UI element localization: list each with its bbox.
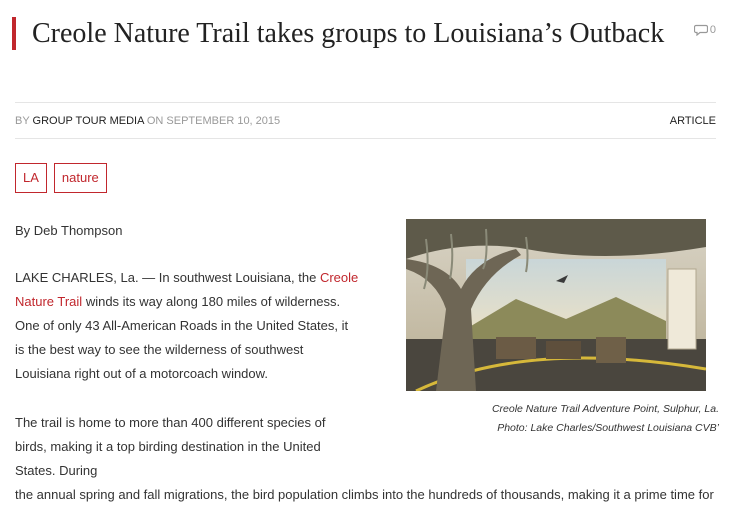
- paragraph-text-narrow: The trail is home to more than 400 diffe…: [15, 415, 326, 478]
- article-image: [406, 219, 706, 391]
- on-label: ON: [146, 115, 164, 127]
- tag-nature[interactable]: nature: [53, 163, 107, 193]
- article-title: Creole Nature Trail takes groups to Loui…: [32, 18, 665, 49]
- adventure-point-photo: [406, 219, 706, 391]
- author-link[interactable]: GROUP TOUR MEDIA: [33, 115, 144, 127]
- comments-count: 0: [709, 24, 716, 36]
- article-meta: BY GROUP TOUR MEDIA ON SEPTEMBER 10, 201…: [15, 102, 716, 139]
- tag-la[interactable]: LA: [15, 163, 47, 193]
- article-paragraph-2: The trail is home to more than 400 diffe…: [15, 411, 715, 508]
- tag-list: LA nature: [15, 163, 107, 193]
- paragraph-text: LAKE CHARLES, La. — In southwest Louisia…: [15, 270, 320, 285]
- by-label: BY: [15, 115, 30, 127]
- article-byline: By Deb Thompson: [15, 223, 123, 238]
- article-title-block: Creole Nature Trail takes groups to Loui…: [12, 17, 692, 50]
- comments-link[interactable]: 0: [693, 24, 716, 36]
- speech-bubble-icon: [693, 24, 708, 36]
- paragraph-text-wide: the annual spring and fall migrations, t…: [15, 487, 714, 502]
- article-paragraph-1: LAKE CHARLES, La. — In southwest Louisia…: [15, 266, 360, 386]
- category-link[interactable]: ARTICLE: [670, 103, 716, 140]
- publish-date: SEPTEMBER 10, 2015: [166, 115, 281, 127]
